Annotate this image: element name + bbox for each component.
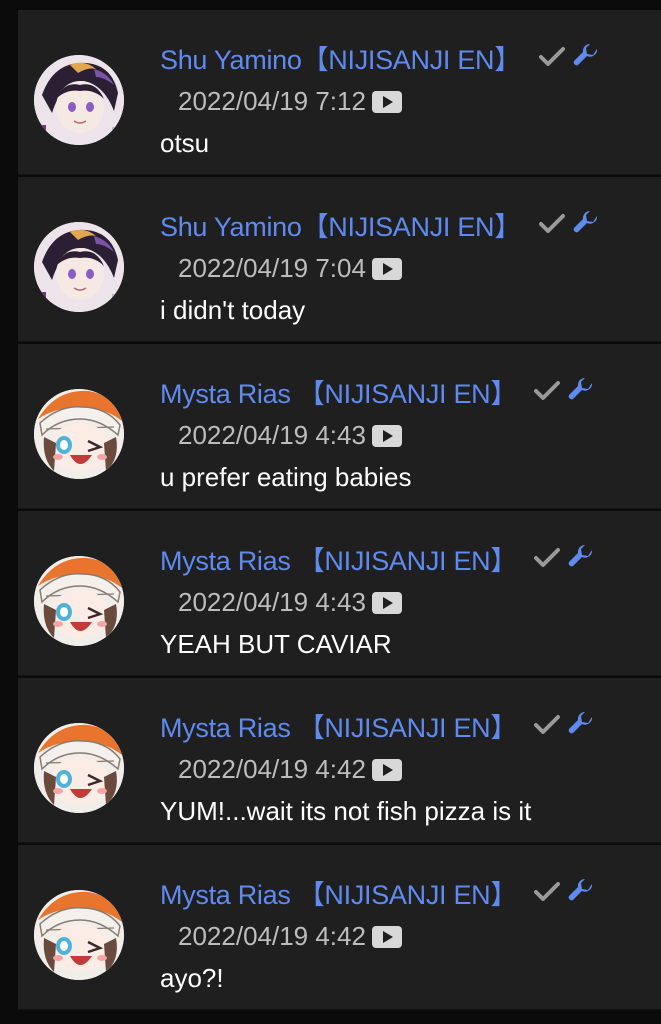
video-icon[interactable] — [371, 90, 402, 113]
checkmark-icon — [533, 380, 561, 402]
video-icon[interactable] — [371, 591, 402, 614]
author-badges — [538, 43, 600, 71]
comment-card[interactable]: Shu Yamino【NIJISANJI EN】 2022/04/19 7:12… — [18, 10, 661, 175]
author-avatar[interactable] — [34, 389, 124, 479]
author-name[interactable]: Shu Yamino【NIJISANJI EN】 — [160, 38, 521, 77]
mysta-avatar-icon — [34, 723, 124, 813]
author-name[interactable]: Mysta Rias 【NIJISANJI EN】 — [160, 372, 517, 411]
timestamp-text: 2022/04/19 4:42 — [178, 921, 366, 951]
wrench-icon — [567, 377, 595, 405]
timestamp-text: 2022/04/19 4:43 — [178, 420, 366, 450]
timestamp: 2022/04/19 7:12 — [178, 86, 402, 117]
video-icon[interactable] — [371, 257, 402, 280]
timestamp: 2022/04/19 7:04 — [178, 253, 402, 284]
author-name[interactable]: Mysta Rias 【NIJISANJI EN】 — [160, 873, 517, 912]
timestamp: 2022/04/19 4:43 — [178, 587, 402, 618]
comment-text: i didn't today — [160, 295, 306, 325]
checkmark-icon — [533, 547, 561, 569]
mysta-avatar-icon — [34, 389, 124, 479]
author-avatar[interactable] — [34, 890, 124, 980]
author-name[interactable]: Mysta Rias 【NIJISANJI EN】 — [160, 706, 517, 745]
timestamp: 2022/04/19 4:42 — [178, 754, 402, 785]
mysta-avatar-icon — [34, 556, 124, 646]
author-badges — [533, 544, 595, 572]
author-badges — [533, 878, 595, 906]
author-avatar[interactable] — [34, 723, 124, 813]
comment-card[interactable]: Mysta Rias 【NIJISANJI EN】 2022/04/19 4:4… — [18, 845, 661, 1010]
checkmark-icon — [538, 213, 566, 235]
timestamp-text: 2022/04/19 7:04 — [178, 253, 366, 283]
shu-avatar-icon — [34, 222, 124, 312]
timestamp: 2022/04/19 4:43 — [178, 420, 402, 451]
comment-card[interactable]: Shu Yamino【NIJISANJI EN】 2022/04/19 7:04… — [18, 177, 661, 342]
author-name[interactable]: Mysta Rias 【NIJISANJI EN】 — [160, 539, 517, 578]
comment-text: YUM!...wait its not fish pizza is it — [160, 796, 532, 826]
wrench-icon — [567, 711, 595, 739]
comment-text: ayo?! — [160, 963, 224, 993]
video-icon[interactable] — [371, 424, 402, 447]
timestamp-text: 2022/04/19 7:12 — [178, 86, 366, 116]
timestamp-text: 2022/04/19 4:42 — [178, 754, 366, 784]
timestamp-text: 2022/04/19 4:43 — [178, 587, 366, 617]
checkmark-icon — [533, 714, 561, 736]
comment-text: YEAH BUT CAVIAR — [160, 629, 392, 659]
shu-avatar-icon — [34, 55, 124, 145]
wrench-icon — [572, 210, 600, 238]
comment-card[interactable]: Mysta Rias 【NIJISANJI EN】 2022/04/19 4:4… — [18, 344, 661, 509]
author-avatar[interactable] — [34, 556, 124, 646]
comment-card[interactable]: Mysta Rias 【NIJISANJI EN】 2022/04/19 4:4… — [18, 678, 661, 843]
mysta-avatar-icon — [34, 890, 124, 980]
author-avatar[interactable] — [34, 55, 124, 145]
video-icon[interactable] — [371, 758, 402, 781]
timestamp: 2022/04/19 4:42 — [178, 921, 402, 952]
comment-text: u prefer eating babies — [160, 462, 412, 492]
author-badges — [533, 377, 595, 405]
comment-card[interactable]: Mysta Rias 【NIJISANJI EN】 2022/04/19 4:4… — [18, 511, 661, 676]
author-name[interactable]: Shu Yamino【NIJISANJI EN】 — [160, 205, 521, 244]
comment-text: otsu — [160, 128, 210, 158]
checkmark-icon — [538, 46, 566, 68]
video-icon[interactable] — [371, 925, 402, 948]
wrench-icon — [567, 878, 595, 906]
checkmark-icon — [533, 881, 561, 903]
author-badges — [538, 210, 600, 238]
comment-feed: Shu Yamino【NIJISANJI EN】 2022/04/19 7:12… — [18, 10, 661, 1012]
author-badges — [533, 711, 595, 739]
author-avatar[interactable] — [34, 222, 124, 312]
wrench-icon — [567, 544, 595, 572]
wrench-icon — [572, 43, 600, 71]
